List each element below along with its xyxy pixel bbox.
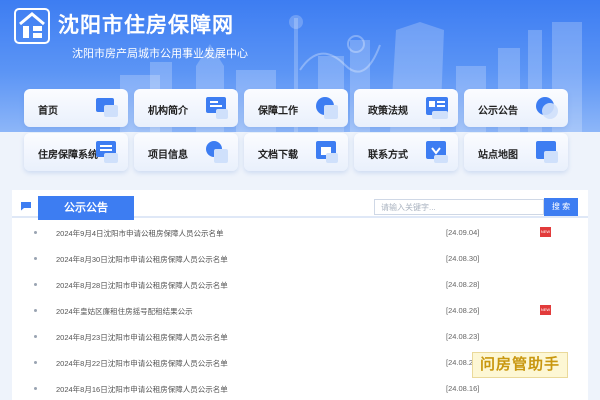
- nav-card-downloads[interactable]: 文档下载: [244, 133, 348, 171]
- panel-header: 公示公告 搜 索: [12, 190, 588, 220]
- bullet-icon: [34, 335, 37, 338]
- nav-card-work[interactable]: 保障工作: [244, 89, 348, 127]
- nav-label: 站点地图: [478, 150, 518, 161]
- notice-date: [24.08.26]: [446, 306, 480, 315]
- search-input[interactable]: [374, 199, 544, 215]
- tab-announcements[interactable]: 公示公告: [38, 196, 134, 220]
- nav-card-home[interactable]: 首页: [24, 89, 128, 127]
- nav-card-about[interactable]: 机构简介: [134, 89, 238, 127]
- notice-date: [24.08.16]: [446, 384, 480, 393]
- notice-title[interactable]: 2024年9月4日沈阳市申请公租房保障人员公示名单: [56, 228, 224, 239]
- nav-label: 保障工作: [258, 106, 298, 117]
- bullet-icon: [34, 283, 37, 286]
- list-item[interactable]: 2024年8月30日沈阳市申请公租房保障人员公示名单 [24.08.30]: [12, 246, 588, 272]
- nav-label: 机构简介: [148, 106, 188, 117]
- organization-icon: [206, 97, 228, 119]
- nav-label: 公示公告: [478, 106, 518, 117]
- bullet-icon: [34, 361, 37, 364]
- assistant-watermark[interactable]: 问房管助手: [472, 352, 568, 378]
- page: 沈阳市住房保障网 沈阳市房产局城市公用事业发展中心 首页 机构简介 保障工作 政…: [0, 0, 600, 400]
- announcement-icon: [536, 97, 558, 119]
- nav-label: 文档下载: [258, 150, 298, 161]
- list-item[interactable]: 2024年皇姑区廉租住房摇号配租结果公示 [24.08.26] NEW: [12, 298, 588, 324]
- policy-icon: [426, 97, 448, 119]
- project-icon: [206, 141, 228, 163]
- notice-title[interactable]: 2024年8月30日沈阳市申请公租房保障人员公示名单: [56, 254, 228, 265]
- nav-card-housing-system[interactable]: 住房保障系统: [24, 133, 128, 171]
- nav-card-contact[interactable]: 联系方式: [354, 133, 458, 171]
- list-item[interactable]: 2024年8月28日沈阳市申请公租房保障人员公示名单 [24.08.28]: [12, 272, 588, 298]
- bullet-icon: [34, 309, 37, 312]
- system-icon: [96, 141, 118, 163]
- nav-label: 联系方式: [368, 150, 408, 161]
- nav-label: 项目信息: [148, 150, 188, 161]
- contact-icon: [426, 141, 448, 163]
- notice-date: [24.08.30]: [446, 254, 480, 263]
- nav-card-sitemap[interactable]: 站点地图: [464, 133, 568, 171]
- message-icon: [21, 202, 31, 211]
- notice-date: [24.09.04]: [446, 228, 480, 237]
- site-subtitle: 沈阳市房产局城市公用事业发展中心: [72, 48, 248, 60]
- bullet-icon: [34, 231, 37, 234]
- nav-label: 首页: [38, 106, 58, 117]
- home-icon: [96, 98, 118, 117]
- site-logo-icon: [14, 8, 50, 44]
- nav-label: 政策法规: [368, 106, 408, 117]
- nav-card-announcements[interactable]: 公示公告: [464, 89, 568, 127]
- new-badge: NEW: [540, 227, 551, 237]
- notice-date: [24.08.23]: [446, 332, 480, 341]
- list-item[interactable]: 2024年8月16日沈阳市申请公租房保障人员公示名单 [24.08.16]: [12, 376, 588, 400]
- bullet-icon: [34, 387, 37, 390]
- notice-title[interactable]: 2024年8月23日沈阳市申请公租房保障人员公示名单: [56, 332, 228, 343]
- notice-title[interactable]: 2024年8月28日沈阳市申请公租房保障人员公示名单: [56, 280, 228, 291]
- work-icon: [316, 97, 338, 119]
- notice-date: [24.08.28]: [446, 280, 480, 289]
- site-title: 沈阳市住房保障网: [58, 14, 234, 37]
- notice-title[interactable]: 2024年8月16日沈阳市申请公租房保障人员公示名单: [56, 384, 228, 395]
- bullet-icon: [34, 257, 37, 260]
- sitemap-icon: [536, 141, 558, 163]
- nav-card-projects[interactable]: 项目信息: [134, 133, 238, 171]
- notice-title[interactable]: 2024年8月22日沈阳市申请公租房保障人员公示名单: [56, 358, 228, 369]
- list-item[interactable]: 2024年8月23日沈阳市申请公租房保障人员公示名单 [24.08.23]: [12, 324, 588, 350]
- nav-card-policy[interactable]: 政策法规: [354, 89, 458, 127]
- search-button[interactable]: 搜 索: [544, 198, 578, 216]
- list-item[interactable]: 2024年9月4日沈阳市申请公租房保障人员公示名单 [24.09.04] NEW: [12, 220, 588, 246]
- nav-grid: 首页 机构简介 保障工作 政策法规 公示公告 住房保障系统 项目信息 文档下载 …: [24, 89, 568, 171]
- download-icon: [316, 141, 338, 163]
- notice-title[interactable]: 2024年皇姑区廉租住房摇号配租结果公示: [56, 306, 193, 317]
- new-badge: NEW: [540, 305, 551, 315]
- nav-label: 住房保障系统: [38, 150, 98, 161]
